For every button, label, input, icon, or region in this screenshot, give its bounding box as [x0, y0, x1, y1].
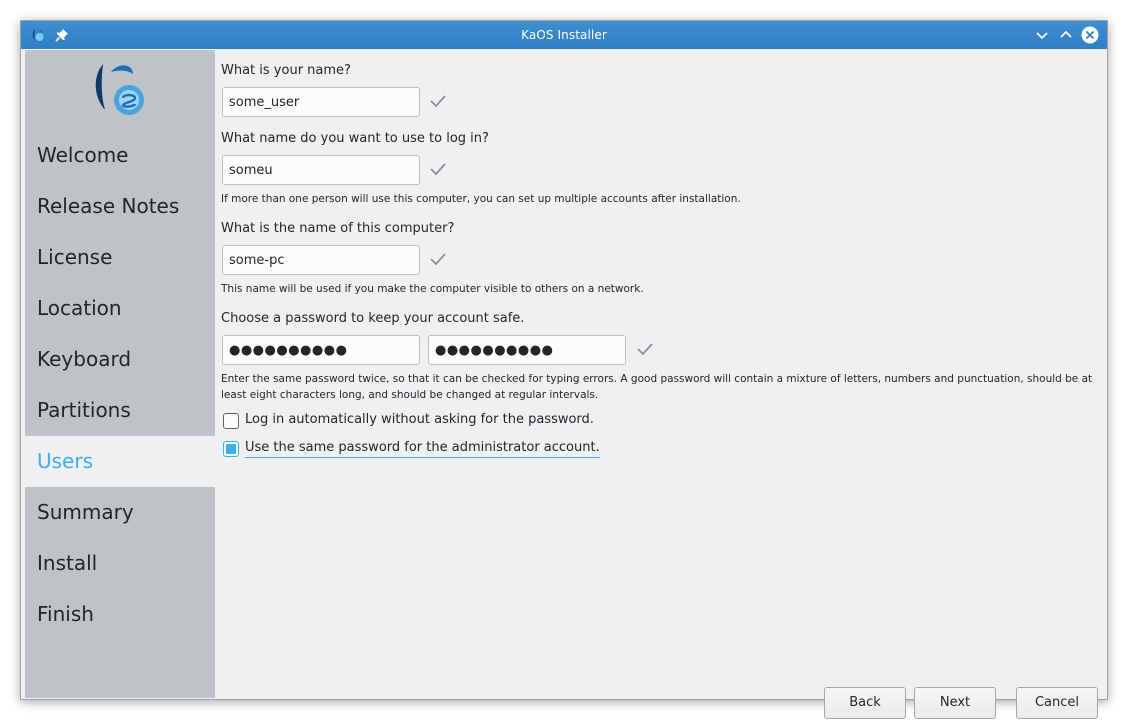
password-hint: Enter the same password twice, so that i… [221, 373, 1093, 401]
checkmark-icon [430, 95, 446, 108]
autologin-checkbox[interactable] [223, 413, 239, 429]
full-name-input[interactable] [222, 87, 420, 117]
full-name-label: What is your name? [221, 63, 351, 78]
sidebar-item-install[interactable]: Install [25, 538, 215, 589]
password-input[interactable] [222, 335, 420, 365]
autologin-label[interactable]: Log in automatically without asking for … [245, 412, 594, 427]
chevron-up-icon[interactable] [1057, 26, 1075, 44]
sidebar-item-users[interactable]: Users [25, 436, 215, 487]
computer-name-hint: This name will be used if you make the c… [221, 283, 644, 295]
checkmark-icon [430, 163, 446, 176]
users-page: What is your name? What name do you want… [221, 50, 1107, 719]
sidebar-item-finish[interactable]: Finish [25, 589, 215, 640]
sidebar-item-license[interactable]: License [25, 232, 215, 283]
kaos-logo-icon [95, 64, 144, 115]
title-bar[interactable]: KaOS Installer [21, 21, 1107, 49]
back-button[interactable]: Back [824, 687, 906, 719]
sidebar-item-release-notes[interactable]: Release Notes [25, 181, 215, 232]
cancel-button[interactable]: Cancel [1016, 687, 1098, 719]
same-admin-password-checkbox[interactable] [223, 441, 239, 457]
close-icon[interactable] [1081, 26, 1099, 44]
sidebar-item-partitions[interactable]: Partitions [25, 385, 215, 436]
computer-name-label: What is the name of this computer? [221, 221, 455, 236]
sidebar-item-location[interactable]: Location [25, 283, 215, 334]
computer-name-input[interactable] [222, 245, 420, 275]
next-button[interactable]: Next [914, 687, 996, 719]
sidebar-item-welcome[interactable]: Welcome [25, 130, 215, 181]
installer-window: KaOS Installer Welcome Release Notes Licen… [20, 20, 1108, 719]
checkmark-icon [430, 253, 446, 266]
sidebar: Welcome Release Notes License Location Keybo… [25, 50, 215, 698]
step-list: Welcome Release Notes License Location Keybo… [25, 130, 215, 640]
password-label: Choose a password to keep your account s… [221, 311, 525, 326]
sidebar-item-summary[interactable]: Summary [25, 487, 215, 538]
checkmark-icon [637, 343, 653, 356]
login-hint: If more than one person will use this co… [221, 193, 741, 205]
sidebar-item-keyboard[interactable]: Keyboard [25, 334, 215, 385]
same-admin-password-label[interactable]: Use the same password for the administra… [245, 440, 600, 458]
password-confirm-input[interactable] [428, 335, 626, 365]
chevron-down-icon[interactable] [1033, 26, 1051, 44]
login-name-input[interactable] [222, 155, 420, 185]
window-title: KaOS Installer [521, 28, 607, 42]
login-name-label: What name do you want to use to log in? [221, 131, 489, 146]
